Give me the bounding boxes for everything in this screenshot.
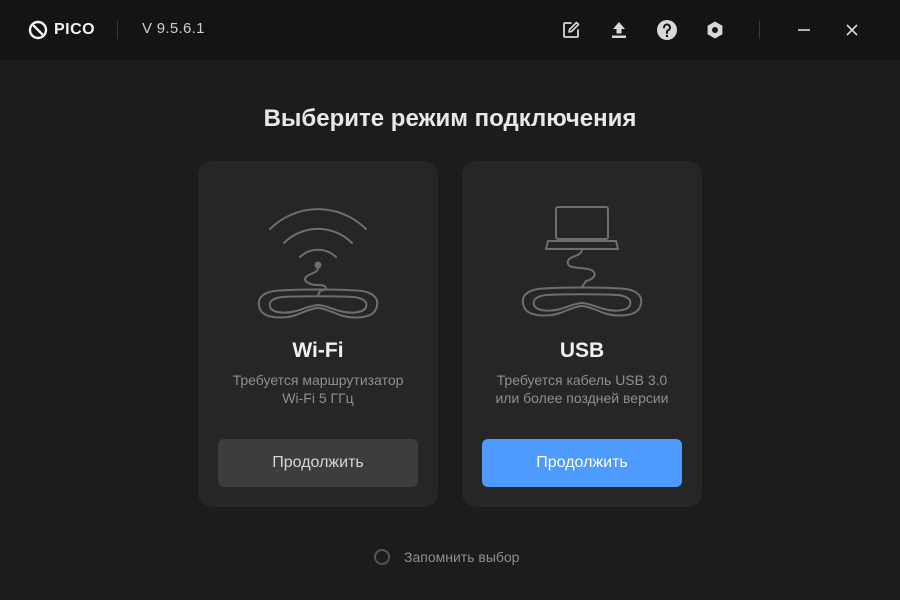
page-title: Выберите режим подключения: [263, 105, 637, 132]
wifi-card-title: Wi-Fi: [292, 339, 344, 362]
wifi-continue-button[interactable]: Продолжить: [218, 439, 418, 487]
help-icon[interactable]: [655, 18, 679, 42]
usb-continue-button[interactable]: Продолжить: [482, 439, 682, 487]
edit-icon[interactable]: [559, 18, 583, 42]
settings-icon[interactable]: [703, 18, 727, 42]
usb-desc-line2: или более поздней версии: [495, 390, 669, 406]
wifi-mode-card: Wi-Fi Требуется маршрутизатор Wi-Fi 5 ГГ…: [198, 161, 438, 507]
wifi-headset-icon: [257, 208, 379, 319]
usb-mode-card: USB Требуется кабель USB 3.0 или более п…: [462, 161, 702, 507]
usb-card-title: USB: [559, 339, 605, 362]
remember-choice-label: Запомнить выбор: [404, 549, 520, 565]
close-icon[interactable]: [840, 18, 864, 42]
title-bar: PICO V 9.5.6.1: [0, 0, 900, 60]
brand-name: PICO: [54, 21, 96, 38]
upload-icon[interactable]: [607, 18, 631, 42]
usb-desc-line1: Требуется кабель USB 3.0: [496, 372, 668, 388]
wifi-desc-line1: Требуется маршрутизатор: [232, 372, 404, 388]
usb-card-description: Требуется кабель USB 3.0 или более поздн…: [472, 371, 692, 407]
title-divider: [117, 21, 118, 39]
window-controls-divider: [759, 21, 760, 39]
remember-choice-radio[interactable]: [374, 549, 390, 565]
version-label: V 9.5.6.1: [142, 20, 205, 37]
wifi-desc-line2: Wi-Fi 5 ГГц: [282, 390, 354, 406]
pico-logo-icon: [28, 20, 48, 40]
wifi-card-description: Требуется маршрутизатор Wi-Fi 5 ГГц: [208, 371, 428, 407]
laptop-headset-icon: [521, 206, 643, 317]
app-window: PICO V 9.5.6.1 Выберите режим подключени…: [0, 0, 900, 600]
brand-logo: PICO: [28, 19, 95, 41]
remember-choice-option[interactable]: Запомнить выбор: [374, 547, 519, 567]
minimize-icon[interactable]: [792, 18, 816, 42]
